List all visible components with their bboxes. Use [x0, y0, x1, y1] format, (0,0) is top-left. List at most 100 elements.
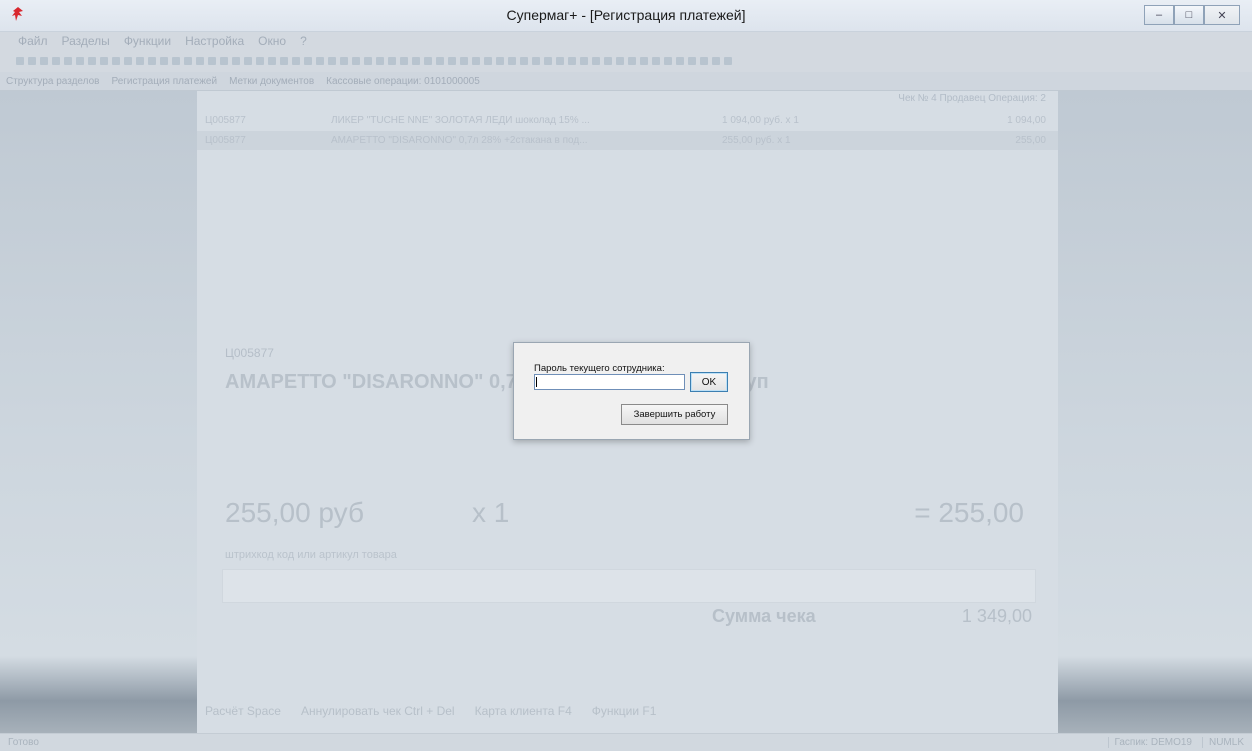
toolbar-icon[interactable] [544, 57, 552, 65]
toolbar-icon[interactable] [592, 57, 600, 65]
hint-cancel-receipt: Аннулировать чек Ctrl + Del [300, 704, 455, 718]
close-button[interactable]: ✕ [1204, 5, 1240, 25]
maximize-button[interactable]: □ [1174, 5, 1204, 25]
toolbar-icon[interactable] [664, 57, 672, 65]
toolbar-icon[interactable] [580, 57, 588, 65]
toolbar-icon[interactable] [16, 57, 24, 65]
toolbar-icon[interactable] [196, 57, 204, 65]
barcode-label: штрихкод код или артикул товара [225, 549, 397, 561]
toolbar-icon[interactable] [352, 57, 360, 65]
toolbar-icon[interactable] [76, 57, 84, 65]
current-item-code: Ц005877 [225, 346, 274, 360]
receipt-header-info: Чек № 4 Продавец Операция: 2 [898, 93, 1046, 104]
hint-client-card: Карта клиента F4 [474, 704, 572, 718]
row-code: Ц005877 [205, 115, 246, 126]
toolbar-icon[interactable] [28, 57, 36, 65]
toolbar-icon[interactable] [124, 57, 132, 65]
toolbar-icon[interactable] [40, 57, 48, 65]
toolbar-icon[interactable] [100, 57, 108, 65]
toolbar-icon[interactable] [172, 57, 180, 65]
toolbar-icon[interactable] [136, 57, 144, 65]
toolbar-icon[interactable] [52, 57, 60, 65]
menu-help[interactable]: ? [300, 34, 307, 48]
toolbar-icon[interactable] [148, 57, 156, 65]
ok-button[interactable]: OK [690, 372, 728, 392]
background-right [1058, 91, 1252, 733]
row-name: ЛИКЕР "TUCHE NNE" ЗОЛОТАЯ ЛЕДИ шоколад 1… [331, 115, 590, 126]
toolbar [0, 50, 1252, 72]
menu-file[interactable]: Файл [18, 34, 48, 48]
password-label: Пароль текущего сотрудника: [534, 363, 665, 374]
tab-document-marks[interactable]: Метки документов [229, 76, 314, 87]
toolbar-icon[interactable] [448, 57, 456, 65]
toolbar-icon[interactable] [556, 57, 564, 65]
toolbar-icon[interactable] [712, 57, 720, 65]
toolbar-icon[interactable] [328, 57, 336, 65]
finish-work-button[interactable]: Завершить работу [621, 404, 728, 425]
toolbar-icon[interactable] [88, 57, 96, 65]
toolbar-icon[interactable] [112, 57, 120, 65]
toolbar-icon[interactable] [376, 57, 384, 65]
hotkey-hints: Расчёт Space Аннулировать чек Ctrl + Del… [205, 704, 656, 718]
toolbar-icon[interactable] [184, 57, 192, 65]
toolbar-icon[interactable] [208, 57, 216, 65]
toolbar-icon[interactable] [520, 57, 528, 65]
row-code: Ц005877 [205, 135, 246, 146]
minimize-button[interactable]: – [1144, 5, 1174, 25]
toolbar-icon[interactable] [292, 57, 300, 65]
toolbar-icon[interactable] [340, 57, 348, 65]
toolbar-icon[interactable] [532, 57, 540, 65]
toolbar-icon[interactable] [676, 57, 684, 65]
table-row[interactable]: Ц005877 АМАРЕТТО "DISARONNO" 0,7л 28% +2… [197, 131, 1058, 150]
toolbar-icon[interactable] [316, 57, 324, 65]
toolbar-icon[interactable] [412, 57, 420, 65]
menu-window[interactable]: Окно [258, 34, 286, 48]
background-left [0, 91, 197, 733]
toolbar-icon[interactable] [628, 57, 636, 65]
toolbar-icon[interactable] [160, 57, 168, 65]
toolbar-icon[interactable] [688, 57, 696, 65]
toolbar-icon[interactable] [64, 57, 72, 65]
toolbar-icon[interactable] [640, 57, 648, 65]
toolbar-icon[interactable] [424, 57, 432, 65]
toolbar-icon[interactable] [436, 57, 444, 65]
menu-functions[interactable]: Функции [124, 34, 171, 48]
toolbar-icon[interactable] [616, 57, 624, 65]
window-title: Супермаг+ - [Регистрация платежей] [506, 7, 746, 23]
menu-bar: Файл Разделы Функции Настройка Окно ? [0, 32, 1252, 50]
toolbar-icon[interactable] [724, 57, 732, 65]
table-row[interactable]: Ц005877 ЛИКЕР "TUCHE NNE" ЗОЛОТАЯ ЛЕДИ ш… [197, 111, 1058, 130]
toolbar-icon[interactable] [604, 57, 612, 65]
toolbar-icon[interactable] [508, 57, 516, 65]
toolbar-icon[interactable] [232, 57, 240, 65]
toolbar-icon[interactable] [484, 57, 492, 65]
toolbar-icon[interactable] [460, 57, 468, 65]
password-input[interactable] [534, 374, 685, 390]
receipt-sum-value: 1 349,00 [961, 606, 1032, 626]
toolbar-icon[interactable] [304, 57, 312, 65]
toolbar-icon[interactable] [220, 57, 228, 65]
menu-settings[interactable]: Настройка [185, 34, 244, 48]
menu-sections[interactable]: Разделы [62, 34, 110, 48]
toolbar-icon[interactable] [400, 57, 408, 65]
toolbar-icon[interactable] [700, 57, 708, 65]
current-price: 255,00 руб [225, 497, 365, 528]
toolbar-icon[interactable] [244, 57, 252, 65]
tab-structure[interactable]: Структура разделов [6, 76, 99, 87]
toolbar-icon[interactable] [256, 57, 264, 65]
tab-payment-registration[interactable]: Регистрация платежей [111, 76, 217, 87]
toolbar-icon[interactable] [568, 57, 576, 65]
status-bar: Готово Гаспик: DEMO19 NUMLK [0, 733, 1252, 751]
barcode-input[interactable] [222, 569, 1036, 603]
tab-cash-operations[interactable]: Кассовые операции: 0101000005 [326, 76, 480, 87]
toolbar-icon[interactable] [268, 57, 276, 65]
title-bar: Супермаг+ - [Регистрация платежей] – □ ✕ [0, 0, 1252, 32]
toolbar-icon[interactable] [280, 57, 288, 65]
toolbar-icon[interactable] [364, 57, 372, 65]
toolbar-icon[interactable] [388, 57, 396, 65]
status-numlock: NUMLK [1201, 737, 1244, 748]
password-dialog: Пароль текущего сотрудника: OK Завершить… [513, 342, 750, 440]
toolbar-icon[interactable] [652, 57, 660, 65]
toolbar-icon[interactable] [496, 57, 504, 65]
toolbar-icon[interactable] [472, 57, 480, 65]
